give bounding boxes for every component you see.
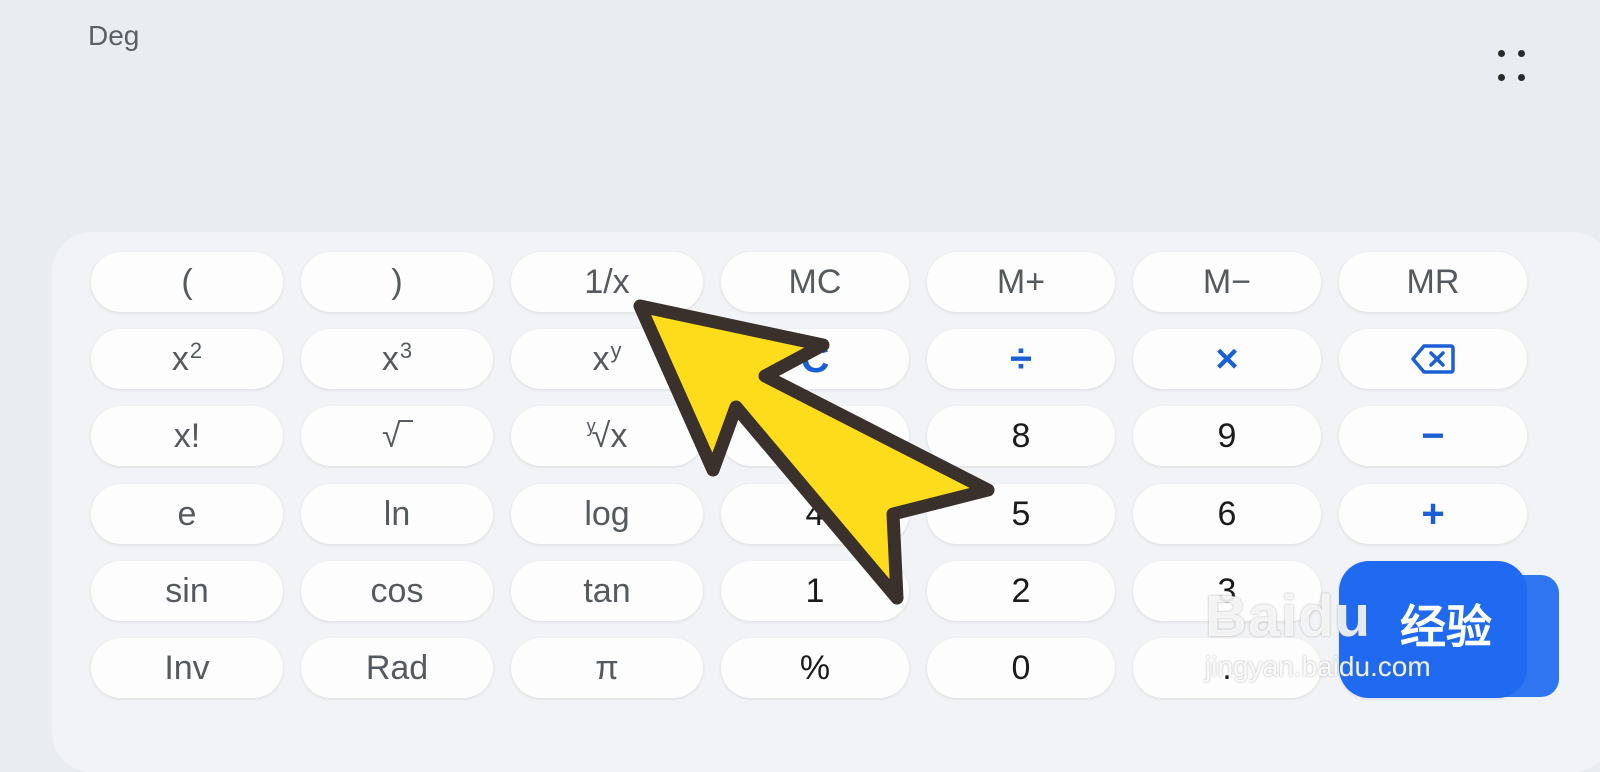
ln-key[interactable]: ln — [301, 484, 493, 544]
sin-key[interactable]: sin — [91, 561, 283, 621]
memory-clear-key[interactable]: MC — [721, 252, 909, 312]
digit-9-key[interactable]: 9 — [1133, 406, 1321, 466]
pi-key[interactable]: π — [511, 638, 703, 698]
cube-key[interactable]: x3 — [301, 329, 493, 389]
euler-key[interactable]: e — [91, 484, 283, 544]
digit-4-key[interactable]: 4 — [721, 484, 909, 544]
digit-3-key[interactable]: 3 — [1133, 561, 1321, 621]
equals-key[interactable] — [1339, 561, 1527, 698]
memory-add-key[interactable]: M+ — [927, 252, 1115, 312]
memory-subtract-key[interactable]: M− — [1133, 252, 1321, 312]
power-key[interactable]: xy — [511, 329, 703, 389]
inverse-key[interactable]: Inv — [91, 638, 283, 698]
factorial-key[interactable]: x! — [91, 406, 283, 466]
digit-0-key[interactable]: 0 — [927, 638, 1115, 698]
digit-1-key[interactable]: 1 — [721, 561, 909, 621]
reciprocal-key[interactable]: 1/x — [511, 252, 703, 312]
digit-8-key[interactable]: 8 — [927, 406, 1115, 466]
decimal-point-key[interactable]: . — [1133, 638, 1321, 698]
cos-key[interactable]: cos — [301, 561, 493, 621]
log-key[interactable]: log — [511, 484, 703, 544]
backspace-icon — [1411, 344, 1455, 374]
backspace-key[interactable] — [1339, 329, 1527, 389]
nth-root-key[interactable]: y √x — [511, 406, 703, 466]
digit-7-key[interactable]: 7 — [721, 406, 909, 466]
open-paren-key[interactable]: ( — [91, 252, 283, 312]
close-paren-key[interactable]: ) — [301, 252, 493, 312]
minus-key[interactable]: − — [1339, 406, 1527, 466]
sqrt-key[interactable]: √‾ — [301, 406, 493, 466]
angle-mode-label[interactable]: Deg — [88, 20, 139, 52]
square-key[interactable]: x2 — [91, 329, 283, 389]
plus-key[interactable]: + — [1339, 484, 1527, 544]
clear-key[interactable]: C — [721, 329, 909, 389]
digit-6-key[interactable]: 6 — [1133, 484, 1321, 544]
multiply-key[interactable]: × — [1133, 329, 1321, 389]
memory-recall-key[interactable]: MR — [1339, 252, 1527, 312]
digit-5-key[interactable]: 5 — [927, 484, 1115, 544]
tan-key[interactable]: tan — [511, 561, 703, 621]
more-dots-icon[interactable] — [1498, 50, 1538, 90]
divide-key[interactable]: ÷ — [927, 329, 1115, 389]
rad-key[interactable]: Rad — [301, 638, 493, 698]
percent-key[interactable]: % — [721, 638, 909, 698]
digit-2-key[interactable]: 2 — [927, 561, 1115, 621]
